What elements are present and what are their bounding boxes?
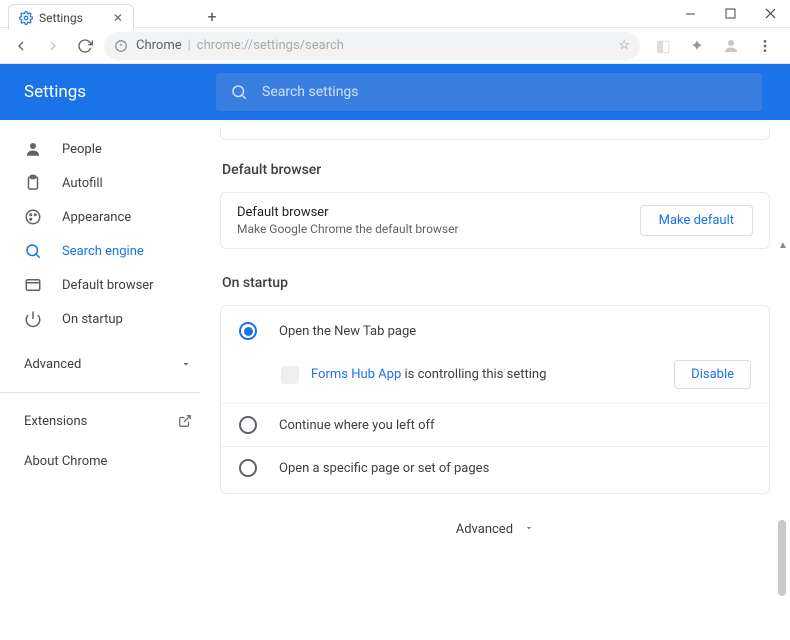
section-default-browser: Default browser [222, 162, 770, 178]
advanced-expander[interactable]: Advanced [220, 494, 770, 537]
page-title: Settings [0, 82, 216, 102]
browser-icon [24, 276, 42, 294]
radio-checked-icon [239, 322, 257, 340]
sidebar-item-label: Autofill [62, 176, 103, 191]
radio-icon [239, 459, 257, 477]
sidebar-item-label: Appearance [62, 210, 131, 225]
star-icon[interactable]: ☆ [618, 38, 630, 53]
search-icon [230, 83, 248, 101]
about-label: About Chrome [24, 454, 107, 469]
extension-control-notice: Forms Hub App is controlling this settin… [221, 352, 769, 404]
browser-toolbar: Chrome | chrome://settings/search ☆ ◧ ✦ [0, 28, 790, 64]
default-browser-subtitle: Make Google Chrome the default browser [237, 222, 459, 236]
extension-app-icon [281, 366, 299, 384]
sidebar-advanced[interactable]: Advanced [0, 344, 216, 384]
disable-button[interactable]: Disable [674, 360, 751, 389]
clipboard-icon [24, 174, 42, 192]
palette-icon [24, 208, 42, 226]
power-icon [24, 310, 42, 328]
startup-card: Open the New Tab page Forms Hub App is c… [220, 305, 770, 494]
sidebar-item-appearance[interactable]: Appearance [0, 200, 204, 234]
divider [0, 392, 200, 393]
sidebar-item-on-startup[interactable]: On startup [0, 302, 204, 336]
truncated-card [220, 128, 770, 140]
address-bar[interactable]: Chrome | chrome://settings/search ☆ [104, 32, 640, 60]
sidebar-item-label: People [62, 142, 102, 157]
close-icon[interactable]: ✕ [113, 11, 123, 25]
browser-tab[interactable]: Settings ✕ [8, 4, 134, 30]
sidebar-item-label: Search engine [62, 244, 144, 259]
search-settings-input[interactable]: Search settings [216, 73, 762, 111]
default-browser-card: Default browser Make Google Chrome the d… [220, 192, 770, 249]
settings-content: Default browser Default browser Make Goo… [216, 120, 790, 537]
new-tab-button[interactable]: + [202, 6, 222, 26]
search-placeholder: Search settings [262, 84, 359, 100]
advanced-label: Advanced [24, 357, 81, 372]
chevron-down-icon [180, 358, 192, 370]
startup-option-specific[interactable]: Open a specific page or set of pages [221, 447, 769, 489]
section-on-startup: On startup [222, 275, 770, 291]
scrollbar[interactable]: ▲ [778, 240, 788, 640]
gear-icon [19, 11, 33, 25]
control-suffix: is controlling this setting [401, 367, 546, 382]
scroll-up-icon[interactable]: ▲ [778, 240, 788, 250]
window-minimize[interactable] [670, 0, 710, 28]
startup-option-label: Open the New Tab page [279, 324, 416, 339]
settings-sidebar: People Autofill Appearance Search engine… [0, 120, 216, 537]
tab-title: Settings [39, 11, 83, 25]
chevron-down-icon [524, 523, 534, 533]
make-default-button[interactable]: Make default [640, 205, 753, 236]
search-icon [24, 242, 42, 260]
radio-icon [239, 416, 257, 434]
person-icon [24, 140, 42, 158]
sidebar-item-default-browser[interactable]: Default browser [0, 268, 204, 302]
controlling-extension-link[interactable]: Forms Hub App [311, 367, 401, 382]
external-link-icon [178, 414, 192, 428]
extensions-label: Extensions [24, 414, 87, 429]
back-button[interactable] [8, 33, 34, 59]
sidebar-item-label: On startup [62, 312, 123, 327]
reload-button[interactable] [72, 33, 98, 59]
sidebar-item-autofill[interactable]: Autofill [0, 166, 204, 200]
startup-option-label: Continue where you left off [279, 418, 435, 433]
forward-button[interactable] [40, 33, 66, 59]
window-titlebar: Settings ✕ + [0, 0, 790, 28]
startup-option-newtab[interactable]: Open the New Tab page [221, 310, 769, 352]
scrollbar-thumb[interactable] [778, 520, 786, 596]
sidebar-item-search-engine[interactable]: Search engine [0, 234, 204, 268]
settings-header: Settings Search settings [0, 64, 790, 120]
extension-icon-2[interactable]: ✦ [684, 33, 710, 59]
security-chip: Chrome [136, 38, 182, 53]
default-browser-title: Default browser [237, 205, 459, 220]
window-maximize[interactable] [710, 0, 750, 28]
window-close[interactable] [750, 0, 790, 28]
menu-icon[interactable] [752, 33, 778, 59]
extension-icon[interactable]: ◧ [650, 33, 676, 59]
sidebar-item-label: Default browser [62, 278, 154, 293]
sidebar-extensions[interactable]: Extensions [0, 401, 216, 441]
sidebar-about[interactable]: About Chrome [0, 441, 216, 481]
sidebar-item-people[interactable]: People [0, 132, 204, 166]
url-text: chrome://settings/search [197, 38, 344, 53]
startup-option-continue[interactable]: Continue where you left off [221, 404, 769, 447]
profile-icon[interactable] [718, 33, 744, 59]
advanced-bottom-label: Advanced [456, 522, 513, 537]
startup-option-label: Open a specific page or set of pages [279, 461, 489, 476]
